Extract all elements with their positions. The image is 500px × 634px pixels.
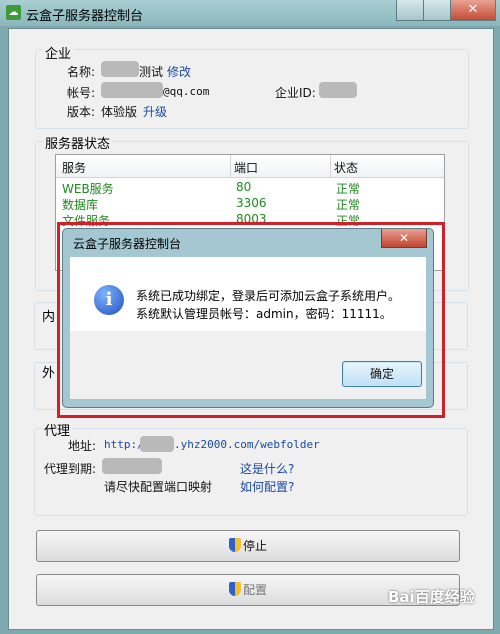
maximize-button[interactable] (423, 0, 451, 21)
dialog-title: 云盒子服务器控制台 (73, 237, 182, 251)
row-1-port: 3306 (236, 196, 267, 210)
edit-name-link[interactable]: 修改 (167, 63, 191, 80)
enterprise-id-redacted (319, 82, 357, 98)
dialog-footer: 确定 (70, 331, 426, 399)
account-redacted (101, 82, 163, 98)
version-label: 版本: (67, 105, 96, 119)
column-divider (330, 155, 331, 177)
proxy-address-label: 地址: (68, 439, 97, 453)
column-header-status[interactable]: 状态 (334, 159, 358, 176)
row-0-port: 80 (236, 180, 252, 194)
uac-shield-icon (228, 538, 241, 552)
proxy-expiry-label: 代理到期: (44, 462, 97, 476)
config-button-label: 配置 (242, 583, 267, 597)
row-1-service: 数据库 (62, 198, 99, 212)
upgrade-link[interactable]: 升级 (143, 103, 167, 120)
stop-button-label: 停止 (242, 539, 267, 553)
enterprise-section-label: 企业 (43, 43, 74, 62)
name-redacted (101, 61, 139, 77)
app-icon: ☁ (6, 5, 21, 20)
port-mapping-hint: 请尽快配置端口映射 (104, 480, 213, 494)
column-header-port[interactable]: 端口 (234, 159, 258, 176)
stop-button[interactable]: 停止 (36, 530, 460, 562)
uac-shield-icon (228, 582, 241, 596)
minimize-button[interactable] (396, 0, 424, 21)
internal-section-label: 内 (42, 310, 56, 325)
dialog-message-line-1: 系统已成功绑定，登录后可添加云盒子系统用户。 (136, 289, 401, 303)
info-icon: i (94, 285, 124, 315)
what-is-this-link[interactable]: 这是什么? (240, 460, 294, 477)
column-divider (230, 155, 231, 177)
window-title: 云盒子服务器控制台 (26, 9, 144, 24)
external-section-label: 外 (42, 366, 56, 381)
row-0-service: WEB服务 (62, 182, 114, 196)
enterprise-id-label: 企业ID: (275, 86, 316, 100)
name-suffix: 测试 (139, 65, 164, 79)
account-suffix: @qq.com (163, 85, 210, 98)
close-button[interactable]: ✕ (450, 0, 496, 21)
proxy-address-redacted (140, 436, 174, 452)
dialog-close-button[interactable]: ✕ (381, 229, 427, 248)
title-bar: ☁ 云盒子服务器控制台 ✕ (0, 0, 500, 26)
dialog-message-line-2: 系统默认管理员帐号：admin，密码：11111。 (136, 307, 392, 321)
watermark: Bai百度经验 (388, 588, 475, 606)
version-value: 体验版 (101, 105, 138, 119)
row-0-status: 正常 (336, 182, 361, 196)
column-header-service[interactable]: 服务 (62, 159, 86, 176)
name-label: 名称: (67, 65, 96, 79)
proxy-address-suffix[interactable]: .yhz2000.com/webfolder (174, 438, 320, 451)
proxy-expiry-redacted (102, 458, 162, 474)
how-to-configure-link[interactable]: 如何配置? (240, 478, 294, 495)
row-1-status: 正常 (336, 198, 361, 212)
dialog-body: i 系统已成功绑定，登录后可添加云盒子系统用户。 系统默认管理员帐号：admin… (70, 257, 426, 331)
account-label: 帐号: (67, 86, 96, 100)
ok-button[interactable]: 确定 (342, 361, 422, 387)
message-dialog: 云盒子服务器控制台 ✕ i 系统已成功绑定，登录后可添加云盒子系统用户。 系统默… (62, 228, 434, 408)
server-status-section-label: 服务器状态 (43, 133, 113, 152)
